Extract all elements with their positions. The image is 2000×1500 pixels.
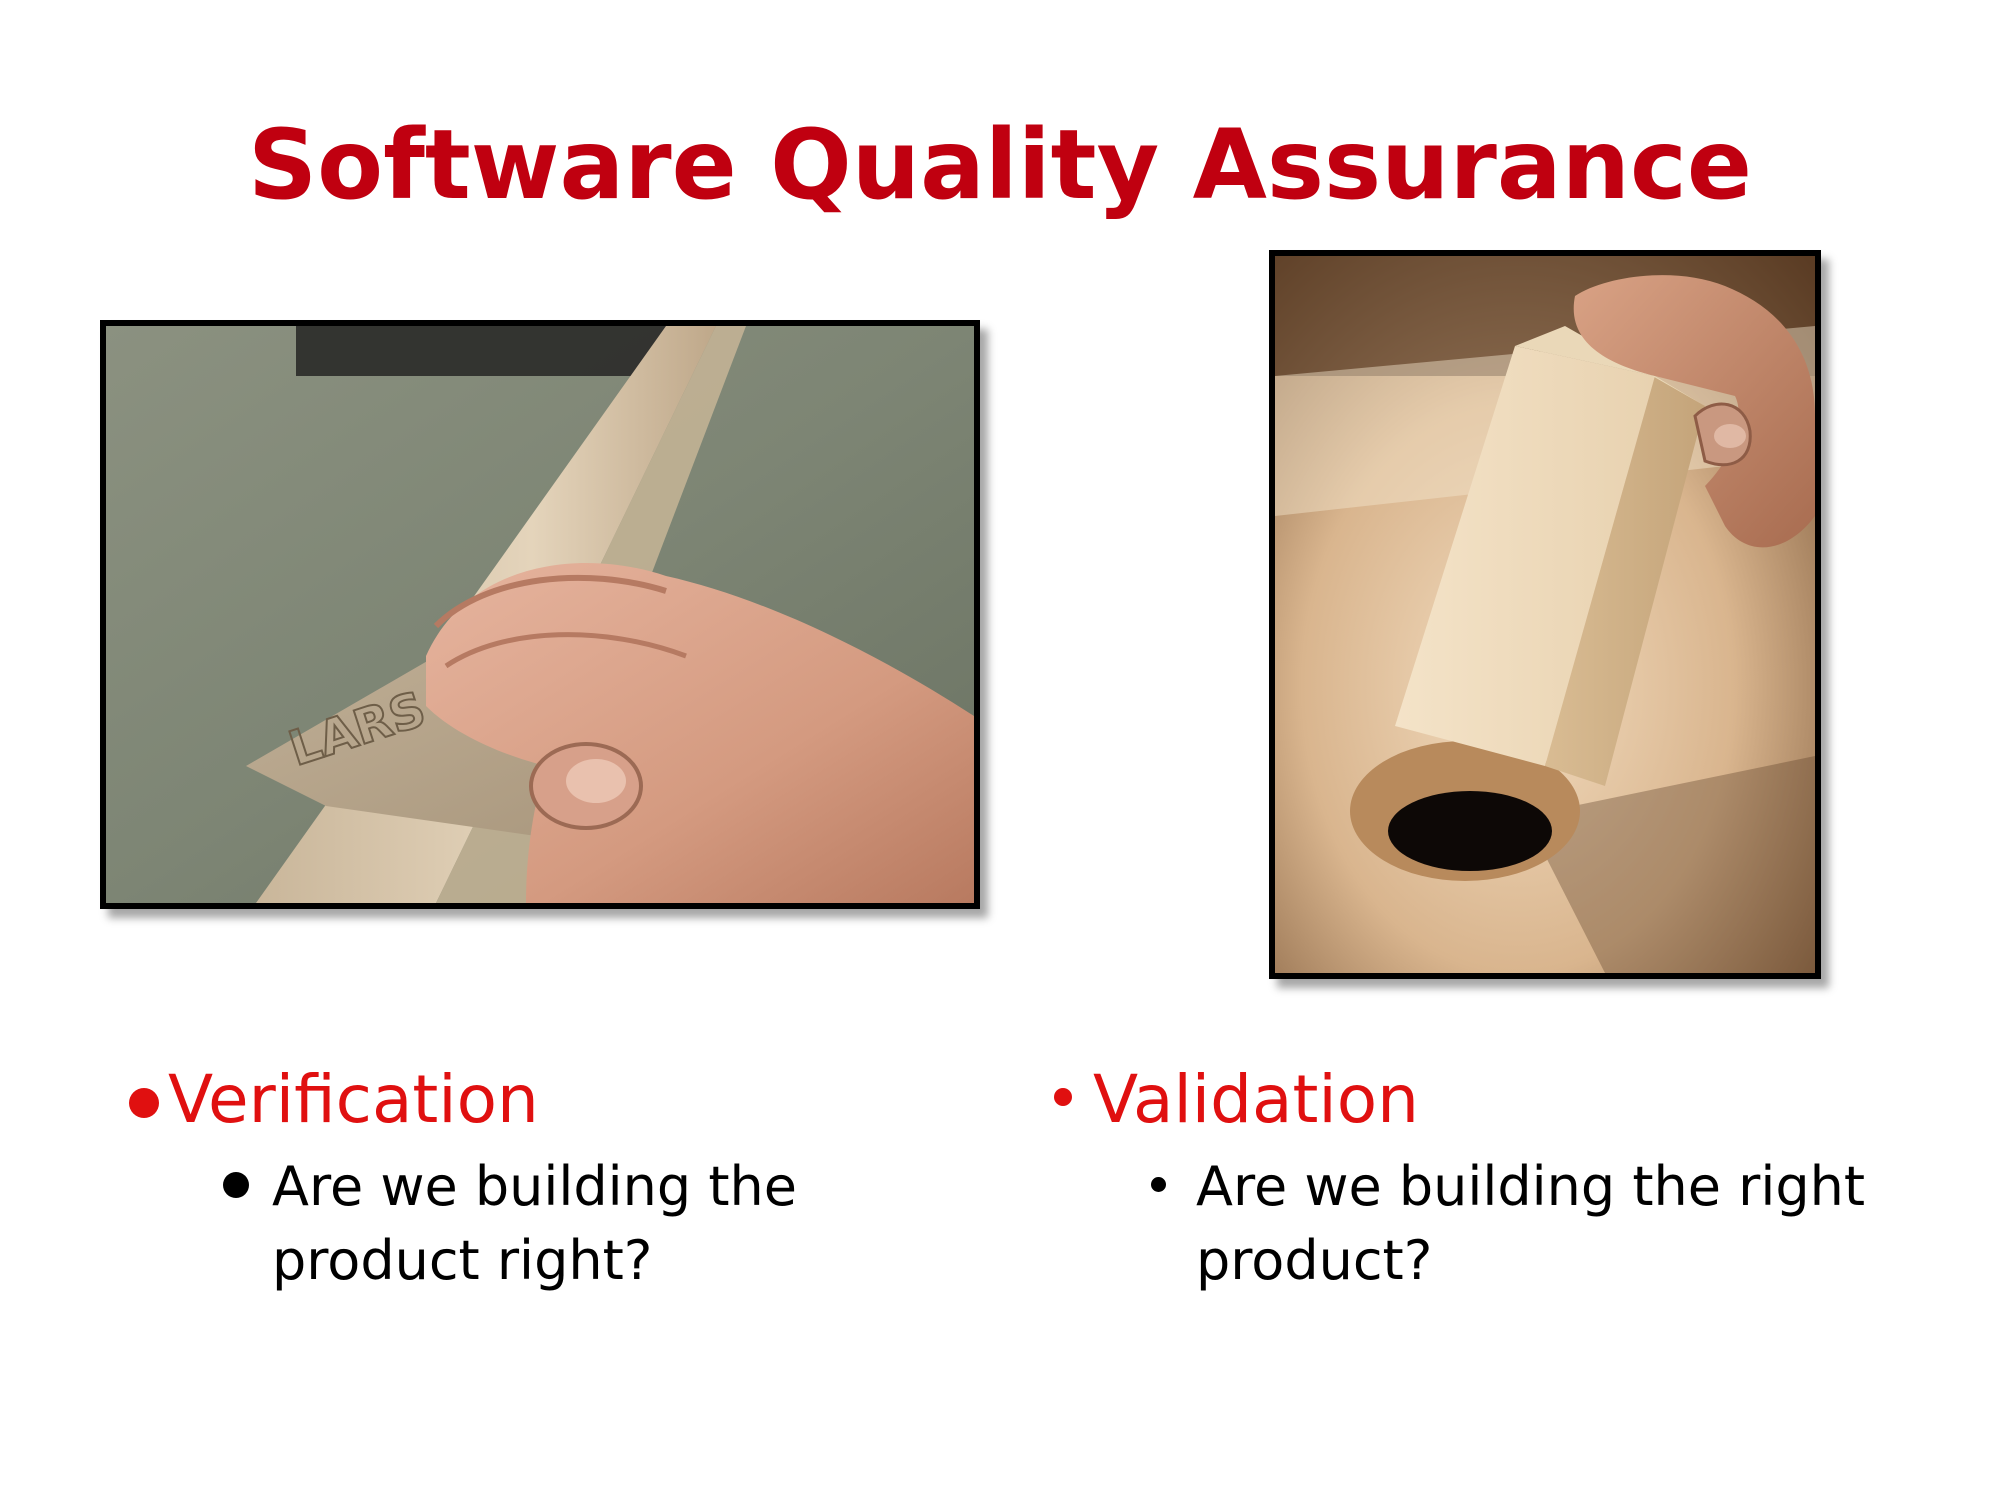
photo-square-peg-round-hole-icon [1275,256,1815,973]
verification-question-line2: product right? [272,1229,653,1292]
photo-peg-hole [1269,250,1821,979]
bullet-dot-verification [129,1088,159,1118]
photo-hand-sanding-wood-icon: LARS [106,326,974,903]
photo-sanding: LARS [100,320,980,909]
sub-bullet-dot-validation [1151,1177,1166,1192]
verification-question-line1: Are we building the [272,1155,797,1218]
validation-question-line2: product? [1196,1229,1433,1292]
verification-heading: Verification [168,1061,539,1138]
slide-title: Software Quality Assurance [248,109,1752,221]
validation-heading: Validation [1093,1061,1419,1138]
slide: Software Quality Assurance LARS Verifica… [0,0,2000,1500]
bullet-dot-validation [1054,1088,1072,1106]
sub-bullet-dot-verification [223,1172,249,1198]
validation-question-line1: Are we building the right [1196,1155,1866,1218]
